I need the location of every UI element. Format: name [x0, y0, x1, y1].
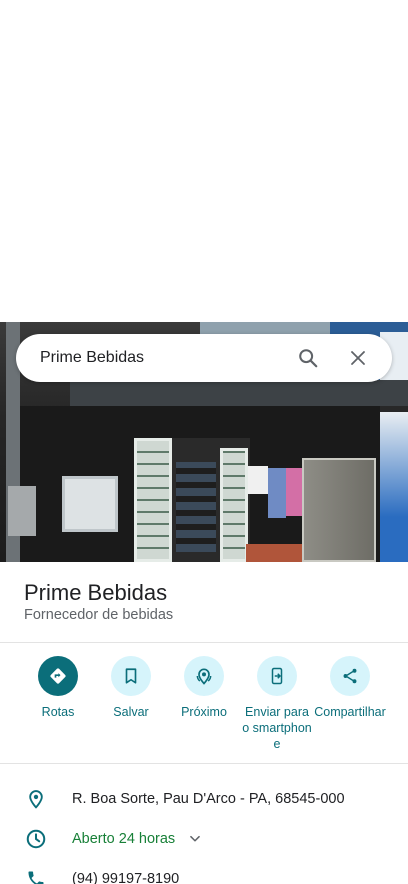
nearby-circle [184, 656, 224, 696]
photo-tiles [246, 544, 302, 562]
clear-search-button[interactable] [340, 340, 376, 376]
location-pin-icon-wrap [24, 787, 48, 811]
photo-roof [70, 380, 408, 406]
save-label: Salvar [113, 705, 149, 719]
photo-shelves [176, 462, 216, 552]
phone-icon [28, 871, 44, 884]
share-circle [330, 656, 370, 696]
close-icon [351, 351, 365, 365]
clock-icon [26, 829, 46, 849]
place-title: Prime Bebidas [24, 580, 168, 605]
phone-icon-wrap [24, 867, 48, 884]
photo-meter-box [8, 486, 36, 536]
photo-glass-door [302, 458, 376, 562]
search-bar[interactable]: Prime Bebidas [16, 334, 392, 382]
send-to-phone-label: Enviar para o smartphone [242, 705, 312, 751]
directions-button[interactable]: Rotas [21, 656, 95, 720]
hours-text: Aberto 24 horas [72, 831, 176, 847]
send-to-phone-circle [257, 656, 297, 696]
share-label: Compartilhar [314, 705, 386, 719]
photo-pillar [380, 412, 408, 562]
nearby-button[interactable]: Próximo [167, 656, 241, 720]
photo-poster [268, 468, 286, 518]
address-row[interactable]: R. Boa Sorte, Pau D'Arco - PA, 68545-000 [0, 784, 408, 814]
location-pin-icon [29, 790, 43, 809]
photo-window [62, 476, 118, 532]
search-input[interactable]: Prime Bebidas [40, 349, 290, 367]
bookmark-icon [125, 668, 137, 684]
divider [0, 763, 408, 764]
photo-door-right [220, 448, 248, 562]
share-button[interactable]: Compartilhar [313, 656, 387, 720]
directions-icon [50, 668, 66, 684]
photo-door-left [134, 438, 172, 562]
action-bar: Rotas Salvar Próximo Enviar para o smart… [0, 656, 408, 756]
hours-expand[interactable] [187, 831, 203, 847]
search-icon [299, 349, 318, 368]
search-button[interactable] [290, 340, 326, 376]
share-icon [343, 668, 357, 684]
save-circle [111, 656, 151, 696]
place-category[interactable]: Fornecedor de bebidas [24, 607, 173, 623]
nearby-label: Próximo [181, 705, 227, 719]
send-to-phone-icon [271, 667, 283, 685]
send-to-phone-button[interactable]: Enviar para o smartphone [240, 656, 314, 752]
phone-text: (94) 99197-8190 [72, 871, 180, 884]
chevron-down-icon [190, 835, 201, 842]
nearby-icon [196, 668, 212, 685]
photo-poster [248, 466, 268, 494]
address-text: R. Boa Sorte, Pau D'Arco - PA, 68545-000 [72, 791, 345, 807]
clock-icon-wrap [24, 827, 48, 851]
save-button[interactable]: Salvar [94, 656, 168, 720]
directions-circle [38, 656, 78, 696]
phone-row[interactable]: (94) 99197-8190 [0, 864, 408, 884]
directions-label: Rotas [41, 705, 75, 719]
divider [0, 642, 408, 643]
hours-row[interactable]: Aberto 24 horas [0, 824, 408, 854]
